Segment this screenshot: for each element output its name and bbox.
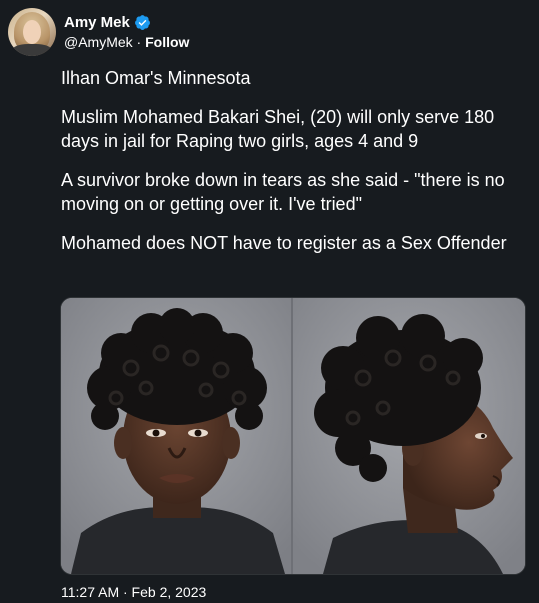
tweet-header: Amy Mek @AmyMek · Follow — [8, 8, 189, 56]
avatar-shirt — [12, 44, 52, 56]
verified-badge-icon — [134, 15, 150, 30]
front-mugshot-drawing — [61, 298, 293, 574]
author-name[interactable]: Amy Mek — [64, 13, 130, 33]
tweet-card: Amy Mek @AmyMek · Follow Ilhan Omar's Mi… — [0, 0, 539, 603]
follow-button[interactable]: Follow — [145, 34, 189, 50]
handle-separator: · — [132, 33, 146, 50]
tweet-media-image[interactable] — [60, 297, 526, 575]
tweet-paragraph: Ilhan Omar's Minnesota — [61, 68, 251, 88]
tweet-text: Ilhan Omar's Minnesota Muslim Mohamed Ba… — [61, 66, 531, 270]
author-handle[interactable]: @AmyMek — [64, 34, 133, 50]
tweet-timestamp[interactable]: 11:27 AM · Feb 2, 2023 — [61, 583, 206, 601]
tweet-paragraph: Mohamed does NOT have to register as a S… — [61, 233, 507, 253]
profile-view-mugshot — [293, 298, 525, 574]
tweet-paragraph: A survivor broke down in tears as she sa… — [61, 170, 505, 214]
avatar[interactable] — [8, 8, 56, 56]
author-name-row: Amy Mek — [64, 13, 189, 33]
front-view-mugshot — [61, 298, 293, 574]
tweet-paragraph: Muslim Mohamed Bakari Shei, (20) will on… — [61, 107, 495, 151]
profile-mugshot-drawing — [293, 298, 525, 574]
author-block: Amy Mek @AmyMek · Follow — [64, 13, 189, 52]
handle-row: @AmyMek · Follow — [64, 33, 189, 52]
avatar-face — [23, 20, 41, 44]
